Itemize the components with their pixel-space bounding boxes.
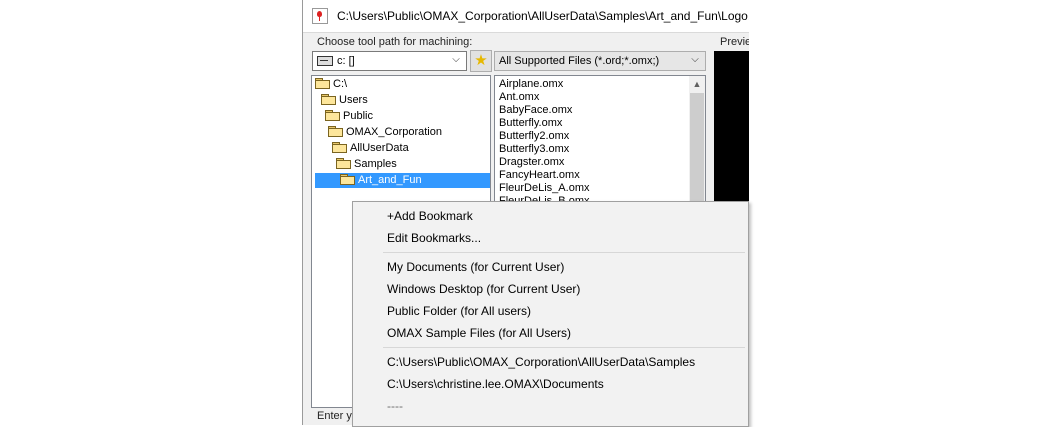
menu-item-bookmark-samples-path[interactable]: C:\Users\Public\OMAX_Corporation\AllUser… — [387, 353, 695, 371]
tool-path-group-label: Choose tool path for machining: — [317, 36, 473, 48]
list-item[interactable]: Ant.omx — [499, 91, 539, 104]
title-bar[interactable]: C:\Users\Public\OMAX_Corporation\AllUser… — [303, 0, 749, 33]
tree-item-public[interactable]: Public — [325, 109, 490, 124]
folder-icon — [325, 110, 340, 121]
tree-item-users[interactable]: Users — [321, 93, 490, 108]
list-item[interactable]: Butterfly2.omx — [499, 130, 569, 143]
scroll-up-icon[interactable]: ▲ — [689, 76, 705, 92]
window-title: C:\Users\Public\OMAX_Corporation\AllUser… — [337, 9, 749, 23]
tree-item-omax-corporation[interactable]: OMAX_Corporation — [328, 125, 490, 140]
menu-separator — [383, 347, 745, 348]
menu-item-bookmark-documents-path[interactable]: C:\Users\christine.lee.OMAX\Documents — [387, 375, 604, 393]
preview-label: Previe — [720, 36, 749, 48]
tree-item-samples[interactable]: Samples — [336, 157, 490, 172]
folder-icon — [328, 126, 343, 137]
tree-item-art-and-fun[interactable]: Art_and_Fun — [315, 173, 490, 188]
menu-separator — [383, 252, 745, 253]
menu-item-empty-placeholder[interactable]: ---- — [387, 397, 403, 415]
bookmark-button[interactable]: ★ — [470, 50, 492, 72]
chevron-down-icon[interactable]: ⌵ — [449, 53, 463, 67]
drive-select[interactable]: c: [] ⌵ — [312, 51, 467, 71]
folder-icon — [332, 142, 347, 153]
list-item[interactable]: Butterfly.omx — [499, 117, 562, 130]
omax-app-icon[interactable] — [312, 8, 328, 24]
menu-item-add-bookmark[interactable]: +Add Bookmark — [387, 207, 473, 225]
folder-icon — [321, 94, 336, 105]
menu-item-my-documents[interactable]: My Documents (for Current User) — [387, 258, 564, 276]
list-item[interactable]: Dragster.omx — [499, 156, 564, 169]
folder-icon — [315, 78, 330, 89]
folder-icon — [336, 158, 351, 169]
menu-item-edit-bookmarks[interactable]: Edit Bookmarks... — [387, 229, 481, 247]
star-icon: ★ — [474, 52, 488, 69]
menu-item-omax-sample-files[interactable]: OMAX Sample Files (for All Users) — [387, 324, 571, 342]
menu-item-windows-desktop[interactable]: Windows Desktop (for Current User) — [387, 280, 580, 298]
list-item[interactable]: FleurDeLis_A.omx — [499, 182, 589, 195]
list-item[interactable]: Butterfly3.omx — [499, 143, 569, 156]
list-item[interactable]: FancyHeart.omx — [499, 169, 580, 182]
tree-item-alluserdata[interactable]: AllUserData — [332, 141, 490, 156]
open-folder-icon — [340, 174, 355, 185]
chevron-down-icon[interactable]: ⌵ — [688, 53, 702, 67]
file-type-filter-select[interactable]: All Supported Files (*.ord;*.omx;) ⌵ — [494, 51, 706, 71]
bookmark-context-menu: +Add Bookmark Edit Bookmarks... My Docum… — [352, 201, 749, 427]
tree-item-drive-root[interactable]: C:\ — [315, 77, 490, 92]
file-type-filter-value: All Supported Files (*.ord;*.omx;) — [499, 55, 660, 67]
list-item[interactable]: Airplane.omx — [499, 78, 563, 91]
list-item[interactable]: BabyFace.omx — [499, 104, 572, 117]
drive-select-value: c: [] — [337, 55, 355, 67]
menu-item-public-folder[interactable]: Public Folder (for All users) — [387, 302, 531, 320]
hard-drive-icon — [317, 56, 333, 66]
